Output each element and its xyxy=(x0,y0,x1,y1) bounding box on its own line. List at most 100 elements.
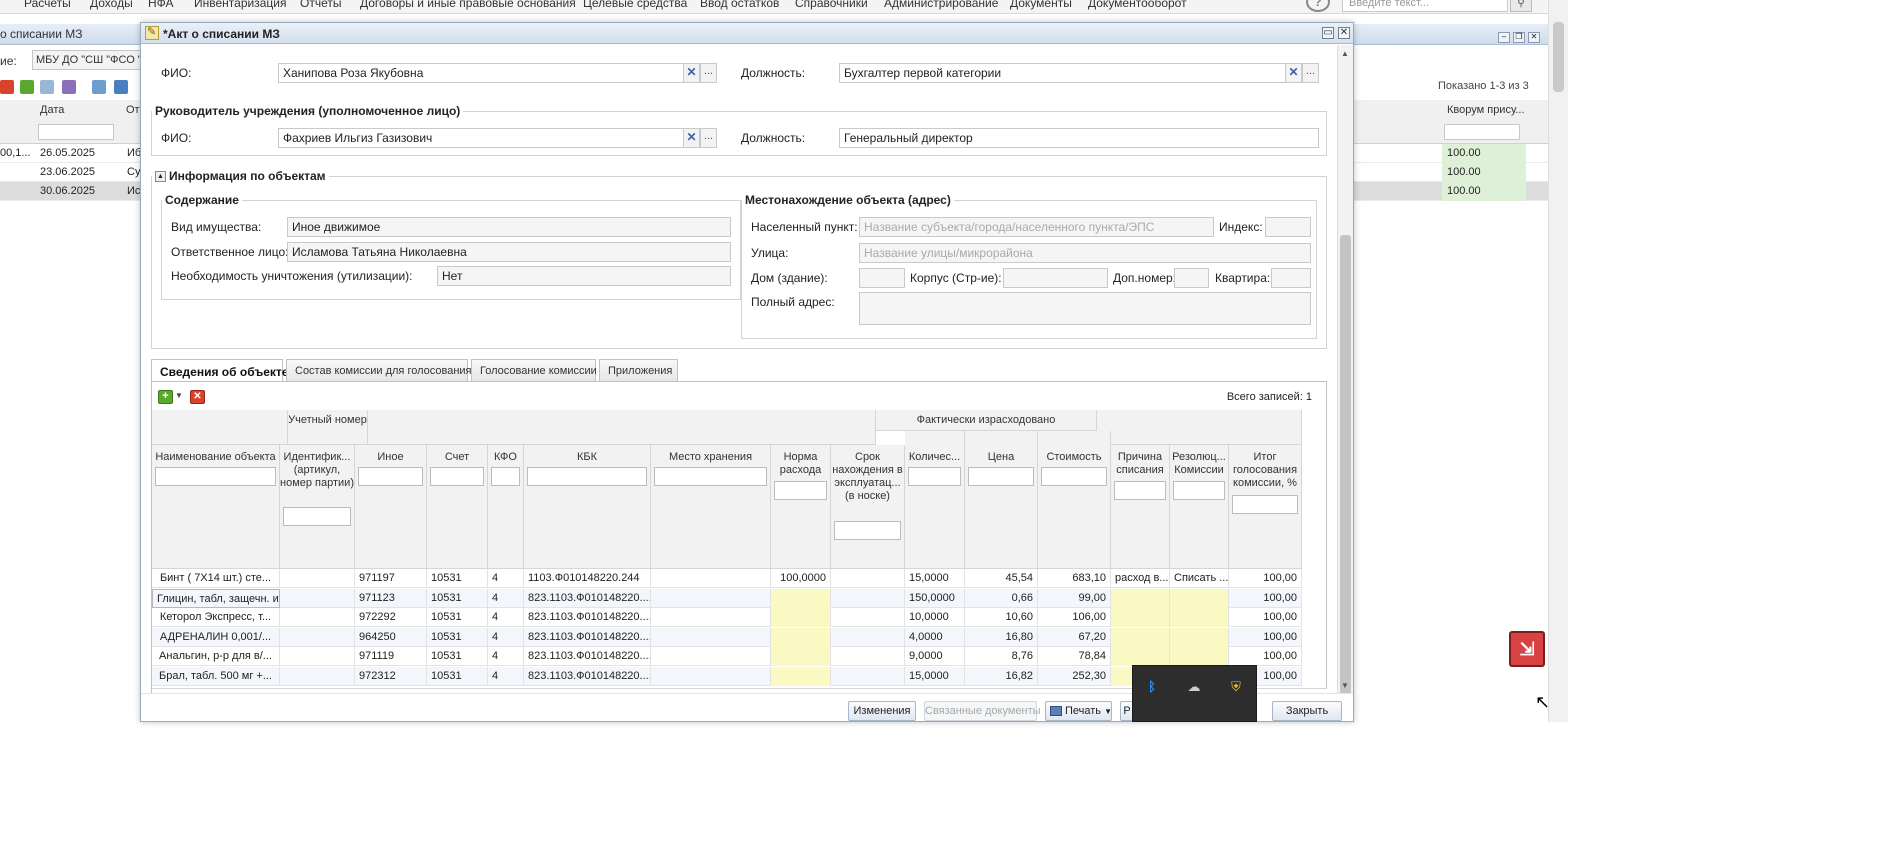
cell-kfo[interactable]: 4 xyxy=(488,666,524,686)
col-service-term[interactable]: Срок нахождения в эксплуатац... (в носке… xyxy=(831,445,905,569)
menu-item-reports[interactable]: Отчеты xyxy=(300,0,341,10)
cell-resol[interactable] xyxy=(1170,627,1229,647)
cell-place[interactable] xyxy=(651,588,771,608)
approve-icon[interactable] xyxy=(20,80,34,94)
price-filter-input[interactable] xyxy=(968,467,1034,486)
cell-cost[interactable]: 683,10 xyxy=(1038,569,1111,588)
scroll-down-icon[interactable]: ▼ xyxy=(1341,681,1349,690)
locality-field[interactable]: Название субъекта/города/населенного пун… xyxy=(859,217,1214,237)
storage-place-filter-input[interactable] xyxy=(654,467,767,486)
mail-icon[interactable] xyxy=(40,80,54,94)
cell-qty[interactable]: 10,0000 xyxy=(905,608,965,627)
col-identifier[interactable]: Идентифик... (артикул, номер партии) xyxy=(280,445,355,569)
export-icon[interactable] xyxy=(92,80,106,94)
cell-kfo[interactable]: 4 xyxy=(488,608,524,627)
global-search-input[interactable]: Введите текст... xyxy=(1342,0,1508,12)
dop-number-field[interactable] xyxy=(1174,268,1209,288)
cell-term[interactable] xyxy=(831,608,905,627)
property-type-field[interactable]: Иное движимое xyxy=(287,217,731,237)
kfo-filter-input[interactable] xyxy=(491,467,520,486)
cell-kbk[interactable]: 1103.Ф010148220.244 xyxy=(524,569,651,588)
table-row[interactable]: Глицин, табл, защечн. и 971123 10531 4 823.1… xyxy=(152,588,1302,608)
cell-other[interactable]: 972312 xyxy=(355,666,427,686)
cell-term[interactable] xyxy=(831,569,905,588)
cell-reason[interactable] xyxy=(1111,588,1170,608)
resolution-filter-input[interactable] xyxy=(1173,481,1225,500)
col-resolution[interactable]: Резолюц... Комиссии xyxy=(1170,445,1229,569)
cell-qty[interactable]: 150,0000 xyxy=(905,588,965,608)
minimize-icon[interactable]: – xyxy=(1498,32,1510,43)
cell-acct[interactable]: 10531 xyxy=(427,647,488,666)
cloud-offline-icon[interactable]: ☁ xyxy=(1185,678,1203,696)
menu-item-nfa[interactable]: НФА xyxy=(148,0,174,10)
col-price[interactable]: Цена xyxy=(965,431,1038,569)
close-icon[interactable]: ✕ xyxy=(1338,27,1350,39)
cell-price[interactable]: 8,76 xyxy=(965,647,1038,666)
cell-other[interactable]: 972292 xyxy=(355,608,427,627)
cell-place[interactable] xyxy=(651,627,771,647)
cell-kfo[interactable]: 4 xyxy=(488,627,524,647)
col-voting-result[interactable]: Итог голосования комиссии, % xyxy=(1229,445,1302,569)
menu-item-admin[interactable]: Администрирование xyxy=(884,0,998,10)
cell-cost[interactable]: 99,00 xyxy=(1038,588,1111,608)
cell-place[interactable] xyxy=(651,569,771,588)
cell-result[interactable]: 100,00 xyxy=(1229,608,1302,627)
select-position-button[interactable]: ... xyxy=(1302,63,1319,83)
column-date[interactable]: Дата xyxy=(40,104,64,116)
cell-name[interactable]: Брал, табл. 500 мг +... xyxy=(152,666,280,686)
menu-item-raschety[interactable]: Расчеты xyxy=(24,0,71,10)
voting-result-filter-input[interactable] xyxy=(1232,495,1298,514)
cell-name[interactable]: Глицин, табл, защечн. и xyxy=(152,588,280,608)
menu-item-documents[interactable]: Документы xyxy=(1010,0,1072,10)
menu-item-directories[interactable]: Справочники xyxy=(795,0,868,10)
search-icon[interactable]: ⚲ xyxy=(1510,0,1532,12)
cell-place[interactable] xyxy=(651,647,771,666)
cell-reason[interactable] xyxy=(1111,647,1170,666)
index-field[interactable] xyxy=(1265,217,1311,237)
select-member-button[interactable]: ... xyxy=(700,63,717,83)
cell-kbk[interactable]: 823.1103.Ф010148220.... xyxy=(524,588,651,608)
table-row[interactable]: АДРЕНАЛИН 0,001/... 964250 10531 4 823.1103.… xyxy=(152,627,1302,647)
cell-kfo[interactable]: 4 xyxy=(488,569,524,588)
cell-kbk[interactable]: 823.1103.Ф010148220.... xyxy=(524,627,651,647)
menu-item-dohody[interactable]: Доходы xyxy=(90,0,133,10)
cell-qty[interactable]: 15,0000 xyxy=(905,569,965,588)
cell-qty[interactable]: 4,0000 xyxy=(905,627,965,647)
menu-item-target-funds[interactable]: Целевые средства xyxy=(583,0,687,10)
cell-resol[interactable] xyxy=(1170,647,1229,666)
cell-acct[interactable]: 10531 xyxy=(427,569,488,588)
cell-place[interactable] xyxy=(651,608,771,627)
cell-name[interactable]: АДРЕНАЛИН 0,001/... xyxy=(152,627,280,647)
cell-cost[interactable]: 78,84 xyxy=(1038,647,1111,666)
cell-name[interactable]: Бинт ( 7Х14 шт.) сте... xyxy=(152,569,280,588)
norm-filter-input[interactable] xyxy=(774,481,827,500)
cell-term[interactable] xyxy=(831,588,905,608)
cell-kfo[interactable]: 4 xyxy=(488,588,524,608)
cell-kbk[interactable]: 823.1103.Ф010148220.... xyxy=(524,647,651,666)
column-from[interactable]: От xyxy=(126,104,140,116)
col-kbk[interactable]: КБК xyxy=(524,445,651,569)
close-button[interactable]: Закрыть xyxy=(1272,701,1342,721)
col-reason[interactable]: Причина списания xyxy=(1111,445,1170,569)
date-filter-input[interactable] xyxy=(38,124,114,140)
house-field[interactable] xyxy=(859,268,905,288)
service-term-filter-input[interactable] xyxy=(834,521,901,540)
cell-name[interactable]: Анальгин, р-р для в/... xyxy=(152,647,280,666)
cell-result[interactable]: 100,00 xyxy=(1229,627,1302,647)
cell-norm[interactable] xyxy=(771,627,831,647)
cell-norm[interactable] xyxy=(771,666,831,686)
print-icon[interactable] xyxy=(114,80,128,94)
tab-commission-members[interactable]: Состав комиссии для голосования xyxy=(286,359,472,381)
delete-icon[interactable] xyxy=(0,80,14,94)
security-warning-icon[interactable]: ⛨ xyxy=(1227,678,1245,696)
cell-term[interactable] xyxy=(831,666,905,686)
cell-ident[interactable] xyxy=(280,608,355,627)
column-quorum[interactable]: Кворум прису... xyxy=(1447,104,1525,116)
cell-name[interactable]: Кеторол Экспресс, т... xyxy=(152,608,280,627)
add-row-icon[interactable]: + xyxy=(158,390,173,404)
cell-price[interactable]: 45,54 xyxy=(965,569,1038,588)
cell-result[interactable]: 100,00 xyxy=(1229,569,1302,588)
col-object-name[interactable]: Наименование объекта xyxy=(152,445,280,569)
cell-cost[interactable]: 67,20 xyxy=(1038,627,1111,647)
bluetooth-icon[interactable]: ᛒ xyxy=(1143,678,1161,696)
